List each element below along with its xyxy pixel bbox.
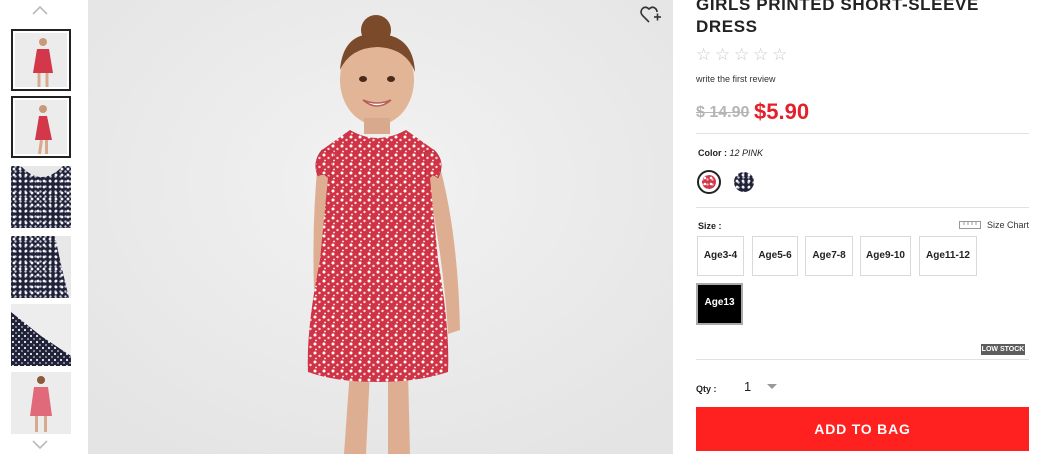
selected-color-value: 12 PINK [729,148,764,158]
divider [696,133,1029,134]
thumbnail-back-view[interactable] [11,372,71,434]
thumbnail-navy-neckline[interactable] [11,166,71,228]
quantity-label: Qty : [696,384,717,394]
size-option-age5-6[interactable]: Age5-6 [752,236,798,276]
size-label: Size : [698,221,722,231]
chevron-up-icon[interactable] [31,4,49,16]
original-price: $ 14.90 [696,104,750,121]
swatch-navy[interactable] [732,170,756,194]
swatch-pink-fill [702,175,716,189]
product-page: GIRLS PRINTED SHORT-SLEEVE DRESS ☆ ☆ ☆ ☆… [0,0,1051,454]
quantity-select[interactable]: 1 [740,377,780,397]
size-option-age11-12[interactable]: Age11-12 [919,236,977,276]
thumbnail-side-view[interactable] [11,96,71,158]
product-title: GIRLS PRINTED SHORT-SLEEVE DRESS [696,0,979,36]
rating-stars[interactable]: ☆ ☆ ☆ ☆ ☆ [696,45,788,65]
quantity-value: 1 [744,379,752,394]
swatch-navy-fill [734,172,754,192]
add-to-bag-button[interactable]: ADD TO BAG [696,407,1029,451]
color-label-text: Color : [698,148,727,158]
size-option-age7-8[interactable]: Age7-8 [805,236,853,276]
star-icon: ☆ [715,45,731,65]
wishlist-heart-icon[interactable] [640,5,662,25]
chevron-down-icon[interactable] [31,439,49,451]
product-details: GIRLS PRINTED SHORT-SLEEVE DRESS ☆ ☆ ☆ ☆… [696,0,1029,454]
thumbnail-navy-hem[interactable] [11,304,71,366]
low-stock-badge: LOW STOCK [981,344,1025,355]
size-chart-label: Size Chart [986,220,1029,230]
ruler-icon [958,221,981,229]
main-product-image [88,0,673,454]
swatch-pink[interactable] [697,170,721,194]
size-option-age13[interactable]: Age13 [696,283,743,325]
star-icon: ☆ [734,45,750,65]
thumbnail-front-view[interactable] [11,29,71,91]
star-icon: ☆ [772,45,788,65]
sale-price: $5.90 [754,99,810,124]
divider [696,207,1029,208]
divider [696,359,1029,360]
size-option-age3-4[interactable]: Age3-4 [697,236,744,276]
write-review-link[interactable]: write the first review [696,73,776,85]
star-icon: ☆ [753,45,769,65]
thumbnail-navy-fabric[interactable] [11,236,71,298]
star-icon: ☆ [696,45,712,65]
thumbnail-rail [0,0,88,454]
size-option-age9-10[interactable]: Age9-10 [860,236,911,276]
color-label: Color : 12 PINK [698,147,763,159]
size-chart-link[interactable]: Size Chart [958,219,1029,231]
chevron-down-icon [767,384,777,389]
